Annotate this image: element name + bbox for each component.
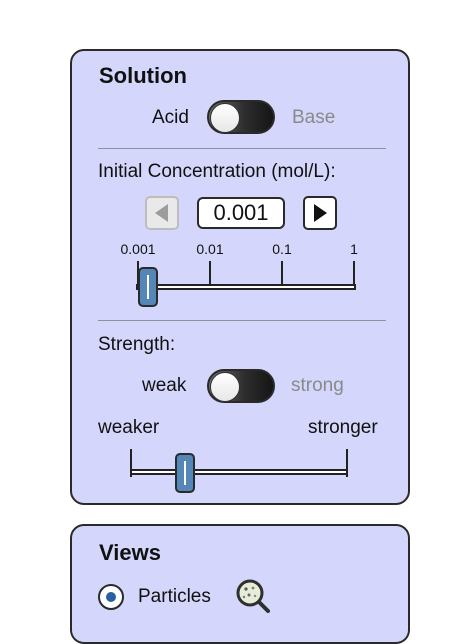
concentration-label: Initial Concentration (mol/L):	[98, 161, 336, 182]
particles-label[interactable]: Particles	[138, 586, 211, 608]
solution-panel: Solution Acid Base Initial Concentration…	[70, 49, 410, 505]
divider	[98, 148, 386, 149]
weaker-label: weaker	[98, 417, 160, 438]
decrement-button[interactable]	[145, 196, 179, 230]
tick-label: 0.01	[196, 241, 224, 257]
strength-slider-thumb[interactable]	[175, 453, 195, 493]
tick-label: 0.001	[120, 241, 156, 257]
concentration-slider-thumb[interactable]	[138, 267, 158, 307]
particles-radio[interactable]	[98, 584, 124, 610]
concentration-track[interactable]	[136, 284, 356, 290]
base-label[interactable]: Base	[292, 107, 335, 129]
weak-strong-toggle[interactable]	[207, 369, 275, 403]
solution-title: Solution	[99, 63, 187, 88]
tick-label: 1	[350, 241, 358, 257]
radio-selected-dot	[106, 592, 116, 602]
magnifier-icon	[236, 579, 270, 613]
concentration-value[interactable]: 0.001	[197, 197, 285, 229]
tick-label: 0.1	[272, 241, 292, 257]
acid-label[interactable]: Acid	[152, 107, 189, 129]
toggle-knob[interactable]	[210, 103, 240, 133]
strong-label[interactable]: strong	[291, 375, 344, 397]
views-panel: Views Particles	[70, 524, 410, 644]
increment-button[interactable]	[303, 196, 337, 230]
strength-label: Strength:	[98, 334, 176, 355]
weak-label[interactable]: weak	[142, 375, 186, 397]
left-arrow-icon	[155, 204, 168, 222]
right-arrow-icon	[314, 204, 327, 222]
views-title: Views	[99, 540, 161, 565]
acid-base-toggle[interactable]	[207, 100, 275, 134]
stronger-label: stronger	[308, 417, 378, 438]
strength-track[interactable]	[130, 469, 348, 475]
divider	[98, 320, 386, 321]
toggle-knob[interactable]	[210, 372, 240, 402]
